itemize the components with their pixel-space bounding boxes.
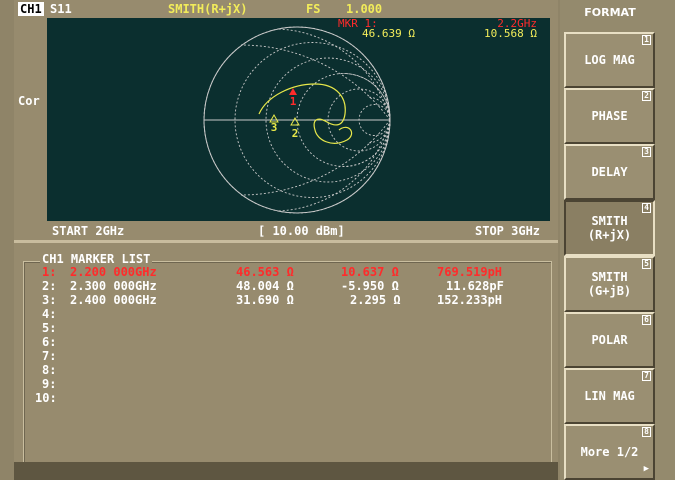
softkey-number: 6 bbox=[642, 315, 651, 325]
softkey-label: SMITH bbox=[591, 214, 628, 228]
marker-equivalent: 769.519pH bbox=[437, 265, 503, 279]
marker-readout-resistance: 46.639 Ω bbox=[362, 27, 415, 40]
softkey-number: 8 bbox=[642, 427, 651, 437]
marker-frequency: 2.300 000GHz bbox=[70, 279, 157, 293]
display-divider bbox=[14, 240, 558, 243]
marker-index: 6: bbox=[42, 335, 57, 349]
softkey-menu-title: FORMAT bbox=[584, 6, 636, 19]
marker-resistance: 48.004 Ω bbox=[236, 279, 294, 293]
scale-label: FS bbox=[306, 2, 321, 16]
marker-index: 9: bbox=[42, 377, 57, 391]
scale-value: 1.000 bbox=[346, 2, 383, 16]
marker-list-title: CH1 MARKER LIST bbox=[40, 252, 153, 266]
softkey-smith-gjb[interactable]: 5 SMITH (G+jB) bbox=[564, 256, 655, 312]
softkey-phase[interactable]: 2 PHASE bbox=[564, 88, 655, 144]
stop-frequency[interactable]: STOP 3GHz bbox=[475, 224, 540, 238]
softkey-number: 1 bbox=[642, 35, 651, 45]
source-power[interactable]: [ 10.00 dBm] bbox=[258, 224, 345, 238]
table-row[interactable]: 1: 2.200 000GHz 46.563 Ω 10.637 Ω 769.51… bbox=[0, 265, 540, 279]
softkey-label: LOG MAG bbox=[584, 53, 635, 67]
softkey-label: LIN MAG bbox=[584, 389, 635, 403]
softkey-number: 7 bbox=[642, 371, 651, 381]
smith-grid bbox=[203, 26, 391, 214]
softkey-label-line2: (R+jX) bbox=[587, 228, 632, 242]
softkey-number: 3 bbox=[642, 147, 651, 157]
table-row[interactable]: 4: bbox=[0, 307, 540, 321]
marker-reactance: -5.950 Ω bbox=[341, 279, 399, 293]
s-parameter-label[interactable]: S11 bbox=[50, 2, 72, 16]
softkey-label: DELAY bbox=[591, 165, 628, 179]
marker-index: 1: bbox=[42, 265, 57, 279]
marker-index: 4: bbox=[42, 307, 57, 321]
marker-index: 5: bbox=[42, 321, 57, 335]
table-row[interactable]: 3: 2.400 000GHz 31.690 Ω 2.295 Ω 152.233… bbox=[0, 293, 540, 307]
softkey-polar[interactable]: 6 POLAR bbox=[564, 312, 655, 368]
softkey-number: 2 bbox=[642, 91, 651, 101]
table-row[interactable]: 6: bbox=[0, 335, 540, 349]
status-bar: CH1 S11 SMITH(R+jX) FS 1.000 bbox=[14, 0, 558, 18]
table-row[interactable]: 5: bbox=[0, 321, 540, 335]
s11-trace bbox=[258, 83, 353, 144]
smith-chart-display: 1 2 3 MKR 1: 2.2GHz 46.639 Ω 10.568 Ω bbox=[47, 17, 550, 221]
softkey-label: PHASE bbox=[591, 109, 628, 123]
table-row[interactable]: 8: bbox=[0, 363, 540, 377]
marker-readout-reactance: 10.568 Ω bbox=[484, 27, 537, 40]
chevron-right-icon: ▶ bbox=[643, 464, 649, 474]
table-row[interactable]: 7: bbox=[0, 349, 540, 363]
marker-resistance: 46.563 Ω bbox=[236, 265, 294, 279]
softkey-lin-mag[interactable]: 7 LIN MAG bbox=[564, 368, 655, 424]
smith-chart-svg: 1 2 3 MKR 1: 2.2GHz 46.639 Ω 10.568 Ω bbox=[203, 17, 537, 214]
marker-reactance: 2.295 Ω bbox=[350, 293, 401, 307]
start-frequency[interactable]: START 2GHz bbox=[52, 224, 124, 238]
bottom-strip bbox=[14, 462, 558, 480]
format-label: SMITH(R+jX) bbox=[168, 2, 248, 16]
marker-2-icon[interactable] bbox=[290, 116, 300, 126]
softkey-label-line2: (G+jB) bbox=[587, 284, 632, 298]
marker-frequency: 2.200 000GHz bbox=[70, 265, 157, 279]
marker-2-label: 2 bbox=[292, 127, 299, 140]
softkey-label: More 1/2 bbox=[580, 445, 639, 459]
softkey-log-mag[interactable]: 1 LOG MAG bbox=[564, 32, 655, 88]
marker-index: 3: bbox=[42, 293, 57, 307]
marker-index: 7: bbox=[42, 349, 57, 363]
table-row[interactable]: 2: 2.300 000GHz 48.004 Ω -5.950 Ω 11.628… bbox=[0, 279, 540, 293]
marker-resistance: 31.690 Ω bbox=[236, 293, 294, 307]
softkey-delay[interactable]: 3 DELAY bbox=[564, 144, 655, 200]
table-row[interactable]: 9: bbox=[0, 377, 540, 391]
marker-reactance: 10.637 Ω bbox=[341, 265, 399, 279]
softkey-more[interactable]: 8 More 1/2 ▶ bbox=[564, 424, 655, 480]
marker-equivalent: 11.628pF bbox=[446, 279, 504, 293]
softkey-label: POLAR bbox=[591, 333, 628, 347]
correction-indicator: Cor bbox=[18, 94, 40, 108]
marker-index: 10: bbox=[35, 391, 57, 405]
softkey-smith-rjx[interactable]: 4 SMITH (R+jX) bbox=[564, 200, 655, 256]
marker-3-label: 3 bbox=[271, 121, 278, 134]
marker-index: 2: bbox=[42, 279, 57, 293]
marker-index: 8: bbox=[42, 363, 57, 377]
marker-equivalent: 152.233pH bbox=[437, 293, 503, 307]
softkey-label: SMITH bbox=[591, 270, 628, 284]
table-row[interactable]: 10: bbox=[0, 391, 540, 405]
marker-frequency: 2.400 000GHz bbox=[70, 293, 157, 307]
softkey-number: 5 bbox=[642, 259, 651, 269]
marker-readout: MKR 1: 2.2GHz 46.639 Ω 10.568 Ω bbox=[338, 17, 537, 40]
marker-1-label: 1 bbox=[290, 95, 297, 108]
softkey-number: 4 bbox=[642, 203, 651, 213]
channel-badge[interactable]: CH1 bbox=[18, 2, 44, 16]
marker-1-icon[interactable] bbox=[289, 88, 297, 95]
